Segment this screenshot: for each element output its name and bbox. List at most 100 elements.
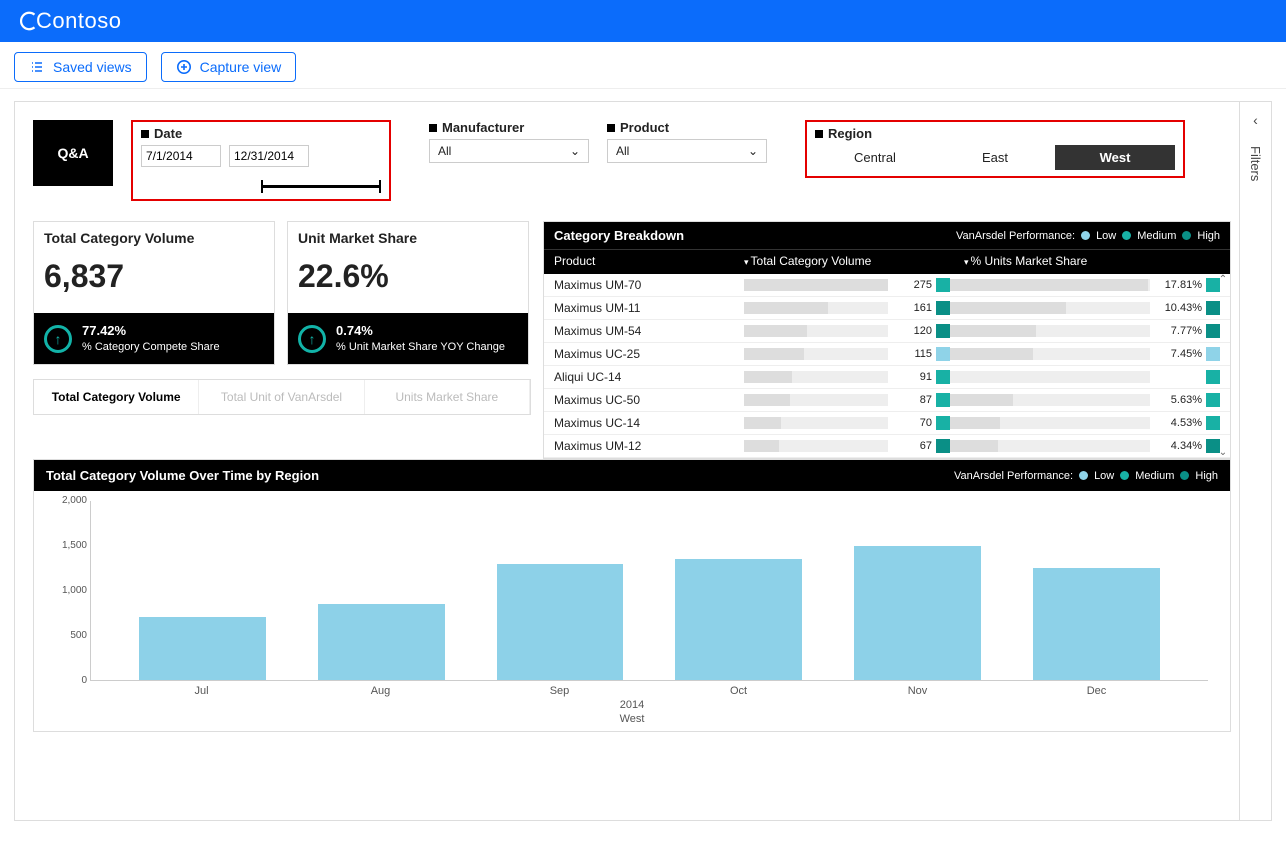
kpi-ums-sublabel: % Unit Market Share YOY Change — [336, 340, 505, 354]
performance-legend: VanArsdel Performance: Low Medium High — [956, 230, 1220, 242]
saved-views-button[interactable]: Saved views — [14, 52, 147, 82]
tcv-bar — [744, 394, 888, 406]
x-axis-labels: JulAugSepOctNovDec — [56, 681, 1208, 697]
breakdown-columns[interactable]: Product ▾Total Category Volume ▾% Units … — [544, 249, 1230, 274]
region-option-east[interactable]: East — [935, 145, 1055, 170]
col-share[interactable]: % Units Market Share — [971, 254, 1088, 268]
col-product[interactable]: Product — [554, 254, 744, 268]
date-slicer-title: Date — [154, 126, 182, 141]
bar[interactable] — [1033, 568, 1160, 680]
chevron-down-icon: ⌄ — [570, 144, 580, 158]
list-icon — [29, 59, 45, 75]
chevron-up-icon[interactable]: ⌃ — [1217, 274, 1229, 285]
col-tcv[interactable]: Total Category Volume — [751, 254, 872, 268]
perf-chip-icon — [936, 301, 950, 315]
cell-share: 4.53% — [1154, 417, 1202, 429]
kpi-tcv-value: 6,837 — [34, 254, 274, 313]
kpi-tcv-sublabel: % Category Compete Share — [82, 340, 220, 354]
performance-legend-2: VanArsdel Performance: Low Medium High — [954, 468, 1218, 483]
qa-label: Q&A — [57, 145, 88, 161]
brand-text: Contoso — [36, 8, 121, 34]
tab-0[interactable]: Total Category Volume — [34, 380, 199, 414]
cell-tcv: 120 — [892, 325, 932, 337]
share-bar — [950, 302, 1150, 314]
product-dropdown[interactable]: All ⌄ — [607, 139, 767, 163]
date-slicer[interactable]: Date — [131, 120, 391, 201]
tcv-bar — [744, 440, 888, 452]
tcv-bar — [744, 417, 888, 429]
share-bar — [950, 394, 1150, 406]
legend-label: VanArsdel Performance: — [956, 230, 1075, 242]
bar[interactable] — [854, 546, 981, 680]
manufacturer-title: Manufacturer — [442, 120, 524, 135]
dot-high-icon — [1182, 231, 1191, 240]
legend-high: High — [1195, 470, 1218, 482]
y-axis-labels: 2,0001,5001,0005000 — [51, 495, 87, 686]
date-to-input[interactable] — [229, 145, 309, 167]
arrow-up-icon: ↑ — [298, 325, 326, 353]
table-row[interactable]: Aliqui UC-1491 — [544, 366, 1230, 389]
date-from-input[interactable] — [141, 145, 221, 167]
bar[interactable] — [497, 564, 624, 680]
table-row[interactable]: Maximus UC-14704.53% — [544, 412, 1230, 435]
date-range-track[interactable] — [141, 179, 381, 193]
chevron-left-icon[interactable]: ‹ — [1253, 112, 1258, 128]
table-row[interactable]: Maximus UM-54 120 7.77% — [544, 320, 1230, 343]
kpi-tcv-pct: 77.42% — [82, 323, 220, 340]
tcv-bar — [744, 371, 888, 383]
tab-2[interactable]: Units Market Share — [365, 380, 530, 414]
product-title: Product — [620, 120, 669, 135]
bar[interactable] — [139, 617, 266, 680]
square-icon — [141, 130, 149, 138]
tab-1[interactable]: Total Unit of VanArsdel — [199, 380, 364, 414]
chevron-down-icon[interactable]: ⌄ — [1217, 447, 1229, 458]
cell-share: 10.43% — [1154, 302, 1202, 314]
cell-product: Maximus UM-54 — [554, 324, 744, 338]
perf-chip-icon — [936, 416, 950, 430]
cell-share: 7.77% — [1154, 325, 1202, 337]
tcv-bar — [744, 279, 888, 291]
region-title: Region — [828, 126, 872, 141]
legend-low: Low — [1096, 230, 1116, 242]
tcv-bar — [744, 348, 888, 360]
product-value: All — [616, 144, 629, 158]
scrollbar[interactable]: ⌃ ⌄ — [1217, 274, 1229, 458]
share-bar — [950, 325, 1150, 337]
table-row[interactable]: Maximus UC-25 115 7.45% — [544, 343, 1230, 366]
perf-chip-icon — [936, 439, 950, 453]
table-row[interactable]: Maximus UM-1116110.43% — [544, 297, 1230, 320]
filters-pane[interactable]: ‹ Filters — [1239, 102, 1271, 820]
table-row[interactable]: Maximus UM-7027517.81% — [544, 274, 1230, 297]
table-row[interactable]: Maximus UM-12674.34% — [544, 435, 1230, 458]
kpi-ums-pct: 0.74% — [336, 323, 505, 340]
cell-product: Maximus UC-25 — [554, 347, 744, 361]
bar[interactable] — [318, 604, 445, 680]
manufacturer-dropdown[interactable]: All ⌄ — [429, 139, 589, 163]
share-bar — [950, 440, 1150, 452]
region-option-west[interactable]: West — [1055, 145, 1175, 170]
perf-chip-icon — [936, 347, 950, 361]
bar[interactable] — [675, 559, 802, 680]
region-option-central[interactable]: Central — [815, 145, 935, 170]
manufacturer-value: All — [438, 144, 451, 158]
capture-view-button[interactable]: Capture view — [161, 52, 297, 82]
cell-share: 5.63% — [1154, 394, 1202, 406]
bar-plot[interactable]: 2,0001,5001,0005000 — [90, 501, 1208, 681]
cell-product: Maximus UC-50 — [554, 393, 744, 407]
cell-tcv: 115 — [892, 348, 932, 360]
brand-logo: Contoso — [18, 8, 121, 34]
share-bar — [950, 348, 1150, 360]
tcv-bar — [744, 302, 888, 314]
category-breakdown: Category Breakdown VanArsdel Performance… — [543, 221, 1231, 459]
legend-low: Low — [1094, 470, 1114, 482]
perf-chip-icon — [936, 278, 950, 292]
qa-button[interactable]: Q&A — [33, 120, 113, 186]
kpi-total-category-volume: Total Category Volume 6,837 ↑ 77.42%% Ca… — [33, 221, 275, 365]
breakdown-title: Category Breakdown — [554, 228, 684, 243]
square-icon — [607, 124, 615, 132]
cell-share: 7.45% — [1154, 348, 1202, 360]
cell-share: 17.81% — [1154, 279, 1202, 291]
table-row[interactable]: Maximus UC-50875.63% — [544, 389, 1230, 412]
dot-low-icon — [1081, 231, 1090, 240]
cell-product: Maximus UM-11 — [554, 301, 744, 315]
